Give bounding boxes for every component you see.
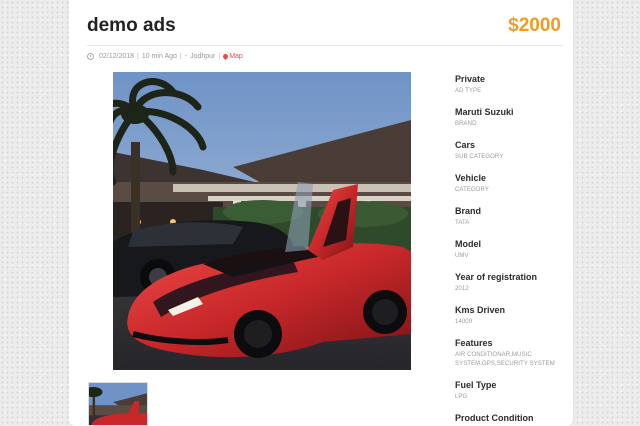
spec-label: AIR CONDITIONAR,MUSIC SYSTEM,GPS,SECURIT…: [455, 352, 555, 367]
car-photo: [113, 72, 411, 370]
spec-label: 2012: [455, 286, 469, 292]
spec-item: Brand TATA: [455, 206, 567, 228]
clock-icon: [87, 53, 94, 60]
spec-value: Private: [455, 74, 486, 84]
header-divider: [87, 45, 563, 46]
spec-label: LPG: [455, 394, 468, 400]
spec-value: Maruti Suzuki: [455, 107, 514, 117]
meta-separator: |: [179, 53, 182, 60]
spec-item: Features AIR CONDITIONAR,MUSIC SYSTEM,GPS…: [455, 338, 567, 369]
ad-meta: 02/12/2018 | 10 min Ago | - Jodhpur | Ma…: [87, 52, 243, 61]
spec-item: Private AD TYPE: [455, 74, 567, 96]
spec-item: Model UMV: [455, 239, 567, 261]
spec-value: Cars: [455, 140, 476, 150]
spec-item: Vehicle CATEGORY: [455, 173, 567, 195]
spec-item: Cars SUB CATEGORY: [455, 140, 567, 162]
spec-item: Fuel Type LPG: [455, 380, 567, 402]
thumbnail-image: [89, 383, 147, 425]
ad-title: demo ads: [87, 15, 176, 36]
spec-item: Product ConditionUSED: [455, 413, 567, 426]
spec-value: Features: [455, 338, 493, 348]
map-link-label: Map: [229, 53, 243, 60]
spec-value: Fuel Type: [455, 380, 497, 390]
location: Jodhpur: [190, 53, 216, 60]
spec-value: Kms Driven: [455, 305, 506, 315]
spec-value: Product Condition: [455, 413, 534, 423]
spec-label: SUB CATEGORY: [455, 154, 504, 160]
spec-item: Maruti Suzuki BRAND: [455, 107, 567, 129]
spec-value: Vehicle: [455, 173, 487, 183]
spec-label: CATEGORY: [455, 187, 489, 193]
spec-label: UMV: [455, 253, 469, 259]
ad-price: $2000: [508, 15, 561, 36]
meta-separator: |: [137, 53, 139, 60]
main-ad-photo[interactable]: [113, 72, 411, 370]
posted-ago: 10 min Ago: [141, 53, 177, 60]
spec-value: Brand: [455, 206, 482, 216]
spec-label: BRAND: [455, 121, 477, 127]
spec-list: Private AD TYPE Maruti Suzuki BRAND Cars SUB …: [455, 74, 567, 426]
photo-thumbnail[interactable]: [88, 382, 148, 426]
spec-item: Year of registration 2012: [455, 272, 567, 294]
spec-label: AD TYPE: [455, 88, 482, 94]
location-prefix: -: [184, 53, 188, 60]
spec-item: Kms Driven 14000: [455, 305, 567, 327]
spec-value: Model: [455, 239, 481, 249]
ad-detail-card: demo ads $2000 02/12/2018 | 10 min Ago |…: [69, 0, 573, 426]
map-pin-icon: [222, 52, 230, 61]
spec-value: Year of registration: [455, 272, 538, 282]
map-link[interactable]: Map: [222, 52, 243, 61]
spec-label: TATA: [455, 220, 470, 226]
spec-label: 14000: [455, 319, 473, 325]
posted-date: 02/12/2018: [99, 53, 135, 60]
meta-separator: |: [218, 53, 221, 60]
